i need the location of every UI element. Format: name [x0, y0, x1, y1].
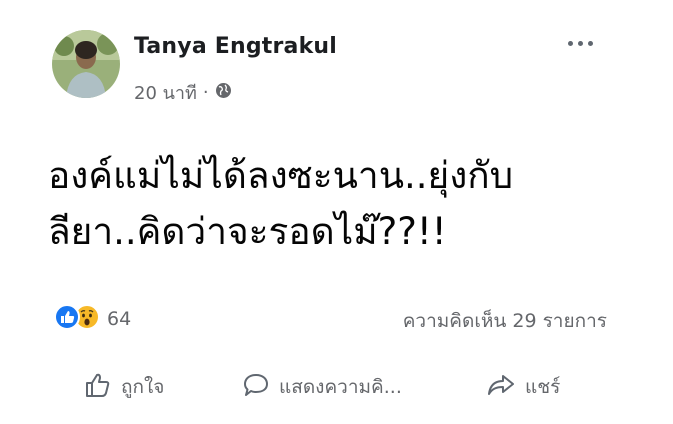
post-actions: ถูกใจ แสดงความคิ... แชร์	[0, 365, 673, 409]
like-button[interactable]: ถูกใจ	[84, 365, 164, 409]
post-meta: 20 นาที ·	[134, 78, 232, 107]
share-button[interactable]: แชร์	[486, 365, 560, 409]
share-icon	[486, 371, 516, 404]
share-label: แชร์	[525, 376, 561, 398]
post-time[interactable]: 20 นาที	[134, 78, 197, 107]
like-icon	[54, 304, 80, 334]
meta-separator: ·	[202, 82, 209, 103]
author-avatar[interactable]	[52, 30, 120, 98]
post-text-line: องค์แม่ไม่ได้ลงซะนาน..ยุ่งกับ	[48, 154, 514, 197]
globe-icon[interactable]	[215, 82, 232, 104]
post-text: องค์แม่ไม่ได้ลงซะนาน..ยุ่งกับ ลียา..คิดว…	[48, 148, 648, 260]
thumbs-up-icon	[84, 371, 112, 404]
reaction-count: 64	[107, 308, 132, 330]
author-name[interactable]: Tanya Engtrakul	[134, 34, 337, 59]
comment-icon	[242, 371, 270, 404]
comment-label: แสดงความคิ...	[279, 376, 402, 398]
like-label: ถูกใจ	[121, 376, 165, 398]
more-options-icon[interactable]	[568, 34, 608, 52]
facebook-post: Tanya Engtrakul 20 นาที · องค์แม่ไม่ได้ล…	[0, 0, 673, 424]
comments-count[interactable]: ความคิดเห็น 29 รายการ	[403, 306, 607, 336]
comment-button[interactable]: แสดงความคิ...	[242, 365, 402, 409]
reactions-summary[interactable]: 64	[54, 304, 131, 334]
post-text-line: ลียา..คิดว่าจะรอดไม๊??!!	[48, 210, 447, 253]
